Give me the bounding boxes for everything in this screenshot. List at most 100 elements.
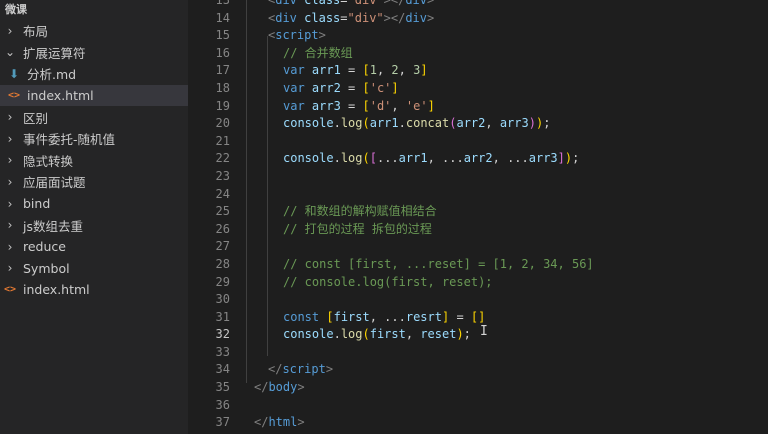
code-token: log: [340, 116, 363, 131]
code-text: </html>: [254, 414, 305, 432]
code-line[interactable]: 28 // const [first, ...reset] = [1, 2, 34…: [188, 256, 768, 274]
code-line[interactable]: 33: [188, 344, 768, 362]
tree-item[interactable]: <> index.html: [0, 279, 188, 301]
code-line[interactable]: 24: [188, 186, 768, 204]
tree-item[interactable]: › 布局: [0, 20, 188, 42]
line-number: 35: [215, 380, 230, 395]
code-token: ;: [572, 151, 580, 166]
code-token: // 和数组的解构赋值相结合: [283, 204, 437, 219]
line-number: 23: [215, 168, 230, 183]
code-token: ,: [485, 116, 500, 131]
code-token: script: [275, 28, 319, 43]
code-token: .: [398, 116, 406, 131]
code-token: arr2: [463, 151, 493, 166]
code-text: // const [first, ...reset] = [1, 2, 34, …: [283, 256, 594, 274]
tree-item[interactable]: › Symbol: [0, 258, 188, 280]
code-line[interactable]: 30: [188, 291, 768, 309]
code-token: [: [362, 80, 370, 95]
line-number: 27: [215, 239, 230, 254]
code-line[interactable]: 32 console.log(first, reset);: [188, 326, 768, 344]
code-text: console.log(arr1.concat(arr2, arr3));: [283, 115, 550, 133]
code-line[interactable]: 34 </script>: [188, 361, 768, 379]
tree-item[interactable]: › js数组去重: [0, 214, 188, 236]
tree-item[interactable]: › 区别: [0, 106, 188, 128]
code-token: [: [362, 98, 370, 113]
code-token: var: [283, 63, 305, 78]
code-text: console.log(first, reset);: [283, 326, 471, 344]
code-token: </: [254, 415, 269, 430]
code-line[interactable]: 21: [188, 133, 768, 151]
chevron-right-icon: ›: [7, 239, 13, 254]
code-token: resrt: [405, 309, 442, 324]
code-token: =: [340, 0, 348, 7]
code-line[interactable]: 26 // 打包的过程 拆包的过程: [188, 221, 768, 239]
code-token: >: [297, 415, 305, 430]
code-token: 1: [369, 63, 377, 78]
code-token: ]: [420, 63, 428, 78]
code-line[interactable]: 15 <script>: [188, 27, 768, 45]
line-number: 21: [215, 133, 230, 148]
tree-item-label: index.html: [23, 282, 90, 298]
tree-item[interactable]: › reduce: [0, 236, 188, 258]
code-token: >: [427, 0, 435, 7]
chevron-right-icon: ›: [7, 131, 13, 146]
code-token: concat: [405, 116, 450, 131]
line-number: 16: [215, 45, 230, 60]
code-token: .: [333, 151, 341, 166]
code-line[interactable]: 23: [188, 168, 768, 186]
chevron-right-icon: ›: [7, 196, 13, 211]
code-token: console: [283, 327, 334, 342]
code-line[interactable]: 31 const [first, ...resrt] = []: [188, 309, 768, 327]
code-token: ,: [391, 98, 406, 113]
tree-item[interactable]: ⬇ 分析.md: [0, 63, 188, 85]
code-editor[interactable]: 13 <div class="div"></div> 14 <div class="d…: [188, 0, 768, 434]
line-number: 30: [215, 292, 230, 307]
line-number: 20: [215, 116, 230, 131]
code-text: // 合并数组: [283, 45, 353, 63]
code-line[interactable]: 20 console.log(arr1.concat(arr2, arr3));: [188, 115, 768, 133]
tree-item[interactable]: › 事件委托-随机值: [0, 128, 188, 150]
code-line[interactable]: 27: [188, 238, 768, 256]
code-line[interactable]: 18 var arr2 = ['c']: [188, 80, 768, 98]
code-token: // 打包的过程 拆包的过程: [283, 221, 432, 236]
code-line[interactable]: 14 <div class="div"></div>: [188, 10, 768, 28]
editor-lines: 13 <div class="div"></div> 14 <div class="d…: [188, 0, 768, 432]
code-token: ...: [376, 151, 399, 166]
text-cursor-icon: I: [480, 324, 488, 339]
code-line[interactable]: 13 <div class="div"></div>: [188, 0, 768, 10]
code-token: ,: [405, 327, 421, 342]
code-line[interactable]: 19 var arr3 = ['d', 'e']: [188, 98, 768, 116]
indent-guide-script: [267, 36, 268, 356]
code-token: >: [325, 362, 334, 377]
code-token: =: [340, 10, 348, 25]
code-token: ,: [376, 63, 392, 78]
code-line[interactable]: 25 // 和数组的解构赋值相结合: [188, 203, 768, 221]
code-token: ]: [391, 80, 399, 95]
code-token: ]: [427, 98, 435, 113]
code-line[interactable]: 35 </body>: [188, 379, 768, 397]
code-line[interactable]: 29 // console.log(first, reset);: [188, 274, 768, 292]
tree-item[interactable]: <> index.html: [0, 84, 188, 107]
code-text: </script>: [268, 361, 333, 379]
code-token: div: [275, 0, 297, 7]
tree-item[interactable]: › 应届面试题: [0, 171, 188, 193]
code-line[interactable]: 36: [188, 397, 768, 415]
code-token: =: [340, 80, 363, 95]
code-token: arr2: [456, 116, 486, 131]
code-line[interactable]: 17 var arr1 = [1, 2, 3]: [188, 62, 768, 80]
tree-item-label: index.html: [27, 88, 94, 104]
code-token: div: [405, 10, 428, 25]
tree-item[interactable]: › bind: [0, 193, 188, 215]
explorer-folder-title[interactable]: 微课: [0, 0, 188, 20]
tree-item[interactable]: ⌄ 扩展运算符: [0, 42, 188, 64]
code-token: 'd': [369, 98, 392, 113]
code-text: // console.log(first, reset);: [283, 274, 493, 292]
code-line[interactable]: 37 </html>: [188, 414, 768, 432]
code-line[interactable]: 22 console.log([...arr1, ...arr2, ...arr3…: [188, 150, 768, 168]
code-token: (: [362, 151, 370, 166]
tree-item[interactable]: › 隐式转换: [0, 150, 188, 172]
indent-guide-body: [246, 0, 247, 383]
code-line[interactable]: 16 // 合并数组: [188, 45, 768, 63]
tree-item-label: 扩展运算符: [23, 45, 86, 61]
tree-item-label: bind: [23, 196, 51, 212]
